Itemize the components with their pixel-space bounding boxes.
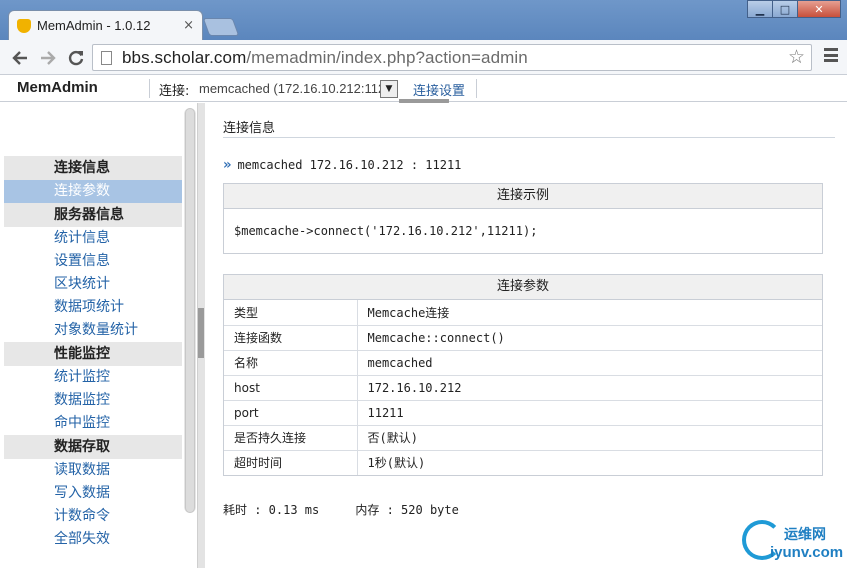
param-key: 类型 (224, 300, 358, 325)
new-tab-button[interactable] (202, 18, 240, 36)
star-icon[interactable]: ☆ (788, 46, 805, 68)
watermark-text: 运维网 (784, 527, 826, 543)
param-value: memcached (357, 349, 822, 375)
sidebar-group-title: 服务器信息 (4, 203, 182, 227)
url-path: /memadmin/index.php?action=admin (246, 47, 528, 67)
app-header: MemAdmin 连接: memcached (172.16.10.212:11… (0, 75, 847, 104)
browser-titlebar: MemAdmin - 1.0.12 × ▁ □ ✕ (0, 0, 847, 40)
example-panel: 连接示例 $memcache->connect('172.16.10.212',… (223, 183, 823, 254)
params-table: 类型 Memcache连接 连接函数 Memcache::connect() 名称 mem… (224, 300, 822, 475)
sidebar-item[interactable]: 全部失效 (4, 528, 182, 551)
connection-summary: » memcached 172.16.10.212 : 11211 (223, 157, 461, 173)
close-window-button[interactable]: ✕ (797, 0, 841, 18)
minimize-button[interactable]: ▁ (747, 0, 773, 18)
params-header: 连接参数 (224, 275, 822, 300)
url-host: bbs.scholar.com (122, 47, 247, 67)
splitter-grip[interactable] (198, 308, 204, 358)
menu-icon[interactable] (824, 48, 838, 62)
page-title: 连接信息 (223, 121, 276, 136)
sidebar-item[interactable]: 对象数量统计 (4, 319, 182, 342)
sidebar-item[interactable]: 写入数据 (4, 482, 182, 505)
table-row: 连接函数 Memcache::connect() (224, 324, 822, 350)
performance-stats: 耗时 : 0.13 ms 内存 : 520 byte (223, 503, 459, 517)
connection-select-value: memcached (172.16.10.212:11211) (199, 81, 380, 96)
sidebar-item[interactable]: 统计信息 (4, 227, 182, 250)
dropdown-arrow-icon[interactable]: ▼ (380, 79, 398, 98)
title-divider (223, 137, 835, 138)
table-row: 类型 Memcache连接 (224, 300, 822, 325)
watermark-logo: 运维网 iyunv.com (742, 520, 844, 566)
sidebar: 连接信息 连接参数 服务器信息 统计信息 设置信息 区块统计 数据项统计 对象数量统计 性能监控… (0, 103, 197, 568)
table-row: host 172.16.10.212 (224, 374, 822, 400)
param-value: 172.16.10.212 (357, 374, 822, 400)
app-brand[interactable]: MemAdmin (17, 79, 98, 96)
sidebar-item[interactable]: 命中监控 (4, 412, 182, 435)
address-bar[interactable]: bbs.scholar.com/memadmin/index.php?actio… (92, 44, 812, 71)
param-key: host (224, 374, 358, 400)
reload-icon[interactable] (64, 46, 88, 70)
page-icon (101, 50, 112, 65)
example-code: $memcache->connect('172.16.10.212',11211… (234, 224, 538, 238)
sidebar-scrollbar[interactable] (184, 108, 196, 513)
table-row: port 11211 (224, 399, 822, 425)
param-key: 是否持久连接 (224, 424, 358, 450)
watermark-url: iyunv.com (770, 544, 844, 561)
sidebar-menu: 连接信息 连接参数 服务器信息 统计信息 设置信息 区块统计 数据项统计 对象数量统计 性能监控… (4, 156, 182, 551)
url-text: bbs.scholar.com/memadmin/index.php?actio… (122, 48, 528, 68)
forward-arrow-icon[interactable] (36, 46, 60, 70)
param-value: 1秒(默认) (357, 449, 822, 475)
connection-select[interactable]: memcached (172.16.10.212:11211) ▼ (199, 79, 402, 98)
sidebar-item[interactable]: 计数命令 (4, 505, 182, 528)
param-value: Memcache::connect() (357, 324, 822, 350)
browser-toolbar: bbs.scholar.com/memadmin/index.php?actio… (0, 40, 847, 75)
connection-settings-link[interactable]: 连接设置 (413, 80, 465, 99)
sidebar-group-title: 连接信息 (4, 156, 182, 180)
param-value: 11211 (357, 399, 822, 425)
trophy-favicon-icon (17, 18, 31, 33)
table-row: 超时时间 1秒(默认) (224, 449, 822, 475)
main-content: 连接信息 » memcached 172.16.10.212 : 11211 连… (205, 103, 847, 568)
sidebar-group-title: 数据存取 (4, 435, 182, 459)
close-tab-icon[interactable]: × (183, 18, 194, 33)
tab-title: MemAdmin - 1.0.12 (37, 18, 151, 33)
table-row: 是否持久连接 否(默认) (224, 424, 822, 450)
sidebar-item[interactable]: 数据项统计 (4, 296, 182, 319)
divider (476, 79, 477, 98)
double-chevron-icon: » (223, 157, 232, 173)
param-value: 否(默认) (357, 424, 822, 450)
params-panel: 连接参数 类型 Memcache连接 连接函数 Memcache::connect()… (223, 274, 823, 476)
sidebar-item[interactable]: 统计监控 (4, 366, 182, 389)
connection-summary-text: memcached 172.16.10.212 : 11211 (237, 158, 462, 172)
example-header: 连接示例 (224, 184, 822, 209)
param-key: port (224, 399, 358, 425)
table-row: 名称 memcached (224, 349, 822, 375)
param-key: 连接函数 (224, 324, 358, 350)
param-key: 超时时间 (224, 449, 358, 475)
sidebar-splitter[interactable] (197, 103, 205, 568)
scrollbar-thumb[interactable] (185, 108, 195, 513)
sidebar-item[interactable]: 设置信息 (4, 250, 182, 273)
param-value: Memcache连接 (367, 305, 450, 320)
sidebar-item[interactable]: 连接参数 (4, 180, 182, 203)
divider (149, 79, 150, 98)
window-controls: ▁ □ ✕ (747, 0, 841, 18)
browser-tab[interactable]: MemAdmin - 1.0.12 × (8, 10, 203, 40)
sidebar-item[interactable]: 区块统计 (4, 273, 182, 296)
sidebar-item[interactable]: 读取数据 (4, 459, 182, 482)
connection-label: 连接: (159, 84, 190, 99)
maximize-button[interactable]: □ (772, 0, 798, 18)
param-key: 名称 (224, 349, 358, 375)
sidebar-item[interactable]: 数据监控 (4, 389, 182, 412)
back-arrow-icon[interactable] (8, 46, 32, 70)
sidebar-group-title: 性能监控 (4, 342, 182, 366)
